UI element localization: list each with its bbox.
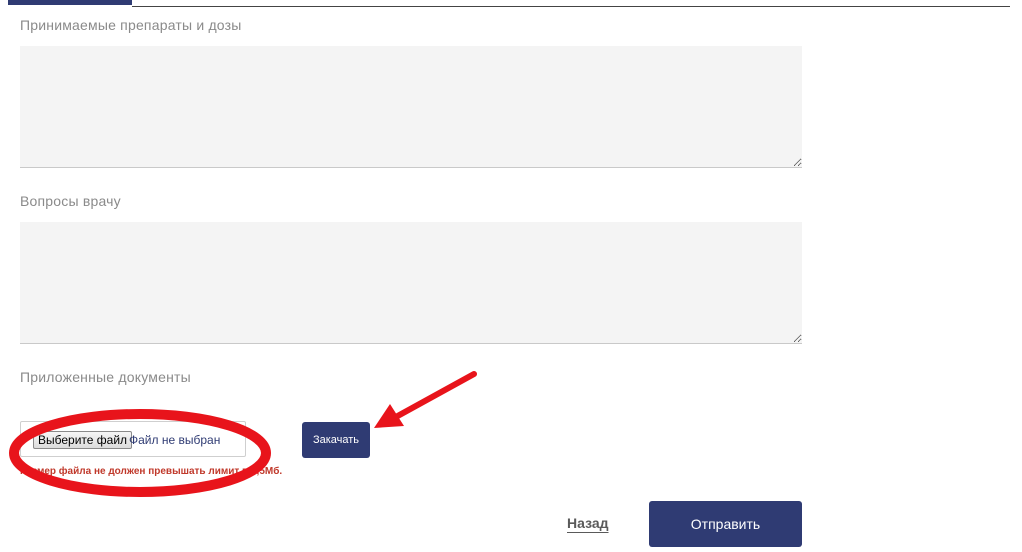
upload-button[interactable]: Закачать [302, 422, 370, 458]
submit-button[interactable]: Отправить [649, 501, 802, 547]
arrow-icon [374, 371, 477, 428]
header-accent-bar [8, 0, 132, 5]
medications-textarea[interactable] [20, 46, 802, 168]
file-input-container: Выберите файл Файл не выбран [20, 421, 246, 457]
header-divider [132, 6, 1010, 7]
file-status-text: Файл не выбран [129, 433, 221, 447]
medications-label: Принимаемые препараты и дозы [20, 17, 242, 33]
attachments-label: Приложенные документы [20, 369, 191, 385]
back-link[interactable]: Назад [567, 515, 609, 531]
questions-label: Вопросы врачу [20, 193, 121, 209]
choose-file-button[interactable]: Выберите файл [33, 431, 133, 449]
file-size-hint: Размер файла не должен превышать лимит в… [20, 466, 283, 477]
questions-textarea[interactable] [20, 222, 802, 344]
